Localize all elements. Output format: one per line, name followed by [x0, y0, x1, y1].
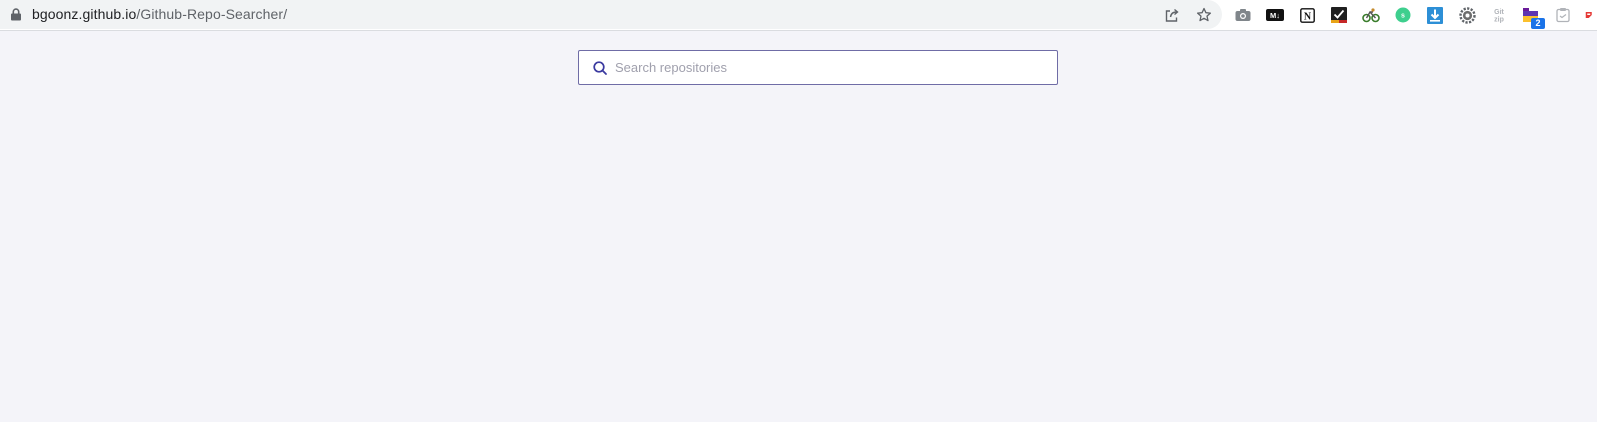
- gear-extension-icon[interactable]: [1457, 5, 1477, 25]
- browser-toolbar: bgoonz.github.io/Github-Repo-Searcher/ M…: [0, 0, 1597, 31]
- svg-text:Git: Git: [1494, 9, 1504, 16]
- share-icon[interactable]: [1162, 5, 1182, 25]
- s-extension-label: s: [1401, 13, 1405, 20]
- download-icon[interactable]: [1425, 5, 1445, 25]
- checklist-icon[interactable]: [1329, 5, 1349, 25]
- gitzip-icon[interactable]: Git zip: [1489, 5, 1509, 25]
- url-text[interactable]: bgoonz.github.io/Github-Repo-Searcher/: [32, 6, 287, 23]
- address-bar[interactable]: bgoonz.github.io/Github-Repo-Searcher/: [0, 0, 1222, 29]
- lock-icon[interactable]: [10, 8, 22, 21]
- svg-text:N: N: [1303, 11, 1311, 22]
- search-icon: [593, 61, 607, 75]
- extension-cutoff-icon[interactable]: [1585, 5, 1597, 25]
- svg-text:M↓: M↓: [1270, 11, 1280, 20]
- clipboard-extension-icon[interactable]: [1553, 5, 1573, 25]
- page-content: [0, 32, 1597, 422]
- bookmark-star-icon[interactable]: [1194, 5, 1214, 25]
- url-path: /Github-Repo-Searcher/: [136, 6, 288, 22]
- search-input[interactable]: [615, 51, 1045, 84]
- markdown-icon[interactable]: M↓: [1265, 5, 1285, 25]
- extension-badge: 2: [1531, 18, 1545, 29]
- camera-icon[interactable]: [1233, 5, 1253, 25]
- search-box[interactable]: [578, 50, 1058, 85]
- notion-icon[interactable]: N: [1297, 5, 1317, 25]
- url-host: bgoonz.github.io: [32, 6, 137, 22]
- s-extension-icon[interactable]: s: [1393, 5, 1413, 25]
- svg-text:zip: zip: [1494, 17, 1504, 24]
- folder-extension-icon[interactable]: 2: [1521, 5, 1545, 29]
- bike-icon[interactable]: [1361, 5, 1381, 25]
